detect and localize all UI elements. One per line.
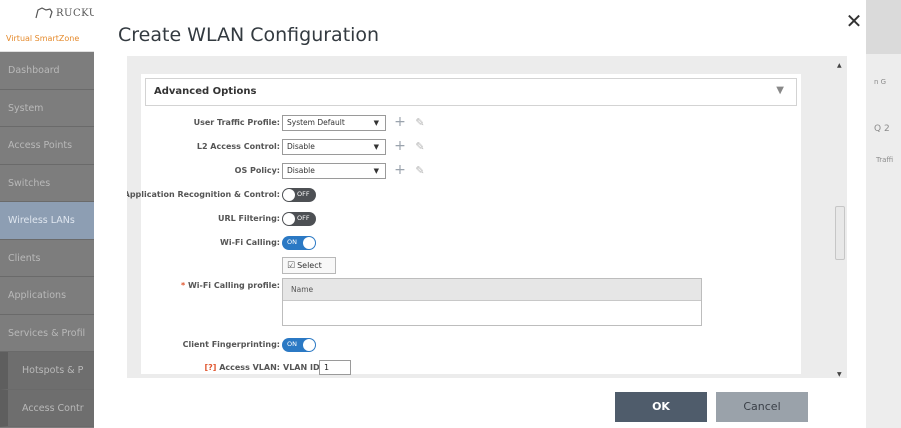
form-scroll-area[interactable]: Advanced Options ▼ User Traffic Profile:…: [127, 56, 847, 378]
close-icon[interactable]: ✕: [842, 10, 866, 34]
advanced-options-header[interactable]: Advanced Options ▼: [145, 78, 797, 106]
logo-text: RUCKU: [56, 8, 98, 19]
add-icon[interactable]: +: [392, 115, 408, 131]
wifi-calling-toggle[interactable]: ON: [282, 236, 316, 250]
toggle-knob: [303, 237, 315, 249]
create-wlan-modal: Create WLAN Configuration ✕ Advanced Opt…: [94, 0, 866, 428]
sidebar-item-switches[interactable]: Switches: [0, 165, 94, 202]
wifi-calling-profile-table[interactable]: Name: [282, 278, 702, 326]
sidebar-item-dashboard[interactable]: Dashboard: [0, 52, 94, 90]
user-traffic-profile-select[interactable]: System Default ▼: [282, 115, 386, 131]
select-button-label: Select: [297, 261, 322, 270]
toggle-knob: [283, 189, 295, 201]
app-recognition-toggle[interactable]: OFF: [282, 188, 316, 202]
sidebar-item-clients[interactable]: Clients: [0, 240, 94, 277]
advanced-options-panel: Advanced Options ▼ User Traffic Profile:…: [127, 74, 801, 375]
sidebar-item-wireless-lans[interactable]: Wireless LANs: [0, 202, 94, 240]
l2-access-control-select[interactable]: Disable ▼: [282, 139, 386, 155]
background-content: n G Q 2 Traffi: [866, 0, 901, 428]
modal-title: Create WLAN Configuration: [118, 24, 380, 46]
dropdown-caret-icon: ▼: [373, 119, 379, 127]
ok-button[interactable]: OK: [615, 392, 707, 422]
collapse-caret-icon[interactable]: ▼: [776, 85, 784, 96]
sidebar-item-system[interactable]: System: [0, 90, 94, 127]
access-vlan-label-text: Access VLAN:: [219, 363, 280, 372]
dog-logo-icon: [35, 7, 53, 19]
vlan-id-input[interactable]: 1: [319, 360, 351, 375]
os-policy-select[interactable]: Disable ▼: [282, 163, 386, 179]
advanced-options-title: Advanced Options: [154, 86, 257, 97]
edit-pencil-icon[interactable]: ✎: [412, 163, 428, 179]
background-search-text: Q 2: [874, 124, 890, 134]
url-filtering-label: URL Filtering:: [217, 214, 280, 223]
background-column-text: Traffi: [876, 156, 894, 164]
client-fingerprinting-label: Client Fingerprinting:: [182, 340, 280, 349]
brand-logo: RUCKU Virtual SmartZone: [0, 0, 97, 52]
form-scrollbar[interactable]: ▲ ▼: [835, 62, 845, 378]
vlan-id-prefix: VLAN ID: [283, 363, 320, 372]
table-header-name[interactable]: Name: [283, 279, 701, 301]
select-button[interactable]: ☑ Select: [282, 257, 336, 274]
background-topbar: [866, 0, 901, 54]
dropdown-caret-icon: ▼: [373, 143, 379, 151]
required-marker: *: [180, 281, 186, 290]
add-icon[interactable]: +: [392, 163, 408, 179]
checkbox-icon: ☑: [287, 261, 296, 271]
app-sidebar: RUCKU Virtual SmartZone Dashboard System…: [0, 0, 97, 428]
l2-access-control-value: Disable: [287, 142, 315, 151]
user-traffic-profile-value: System Default: [287, 118, 345, 127]
background-tab-text: n G: [874, 78, 887, 86]
os-policy-label: OS Policy:: [234, 166, 280, 175]
sidebar-item-services-profiles[interactable]: Services & Profil: [0, 315, 94, 352]
toggle-state-label: ON: [287, 340, 297, 348]
toggle-state-label: ON: [287, 238, 297, 246]
edit-pencil-icon[interactable]: ✎: [412, 139, 428, 155]
client-fingerprinting-toggle[interactable]: ON: [282, 338, 316, 352]
sidebar-item-applications[interactable]: Applications: [0, 277, 94, 315]
dropdown-caret-icon: ▼: [373, 167, 379, 175]
wifi-calling-profile-label: * Wi-Fi Calling profile:: [181, 281, 280, 290]
url-filtering-toggle[interactable]: OFF: [282, 212, 316, 226]
app-recognition-label: Application Recognition & Control:: [127, 190, 280, 199]
access-vlan-label: [?] Access VLAN:: [204, 363, 280, 372]
scroll-down-icon[interactable]: ▼: [837, 371, 842, 378]
sidebar-item-access-points[interactable]: Access Points: [0, 127, 94, 165]
help-marker[interactable]: [?]: [204, 363, 216, 372]
edit-pencil-icon[interactable]: ✎: [412, 115, 428, 131]
sidebar-item-hotspots[interactable]: Hotspots & P: [0, 352, 94, 390]
toggle-knob: [283, 213, 295, 225]
os-policy-value: Disable: [287, 166, 315, 175]
cancel-button[interactable]: Cancel: [716, 392, 808, 422]
add-icon[interactable]: +: [392, 139, 408, 155]
toggle-state-label: OFF: [297, 214, 310, 222]
scroll-up-icon[interactable]: ▲: [837, 62, 842, 69]
sidebar-item-access-control[interactable]: Access Contr: [0, 389, 94, 427]
toggle-state-label: OFF: [297, 190, 310, 198]
wifi-calling-label: Wi-Fi Calling:: [220, 238, 280, 247]
product-name: Virtual SmartZone: [6, 34, 80, 43]
user-traffic-profile-label: User Traffic Profile:: [193, 118, 280, 127]
wifi-calling-profile-label-text: Wi-Fi Calling profile:: [187, 281, 280, 290]
toggle-knob: [303, 339, 315, 351]
l2-access-control-label: L2 Access Control:: [196, 142, 280, 151]
scrollbar-thumb[interactable]: [835, 206, 845, 260]
